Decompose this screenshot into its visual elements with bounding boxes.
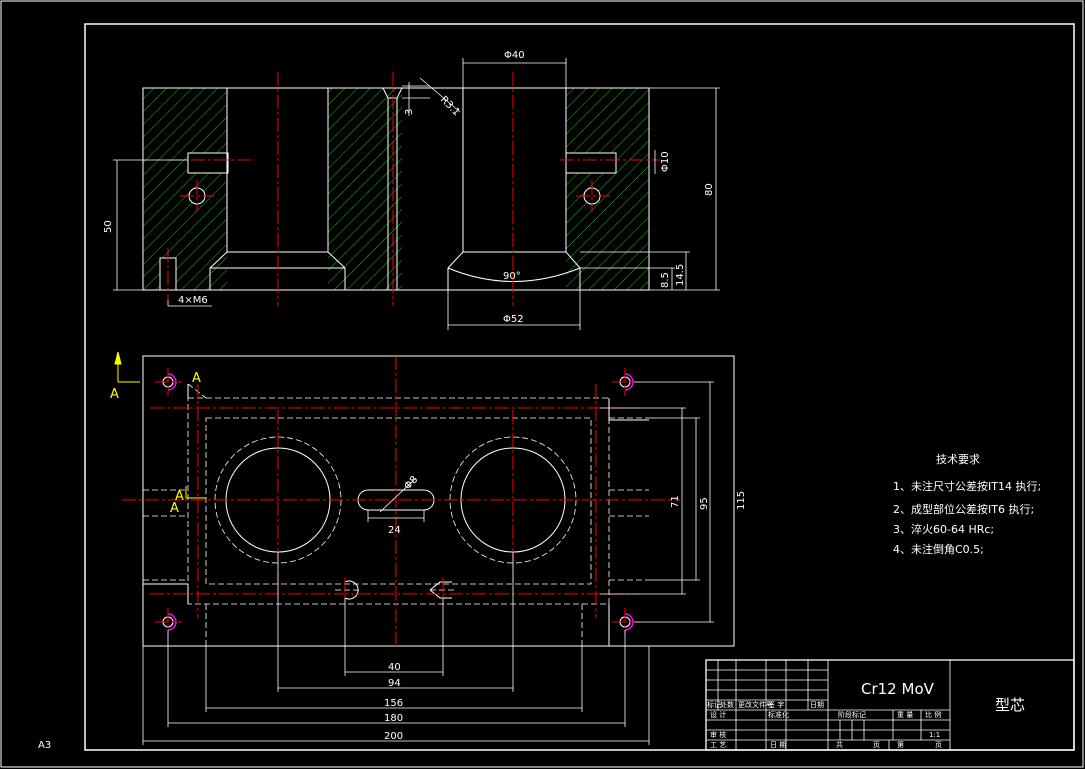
corner-steps	[143, 384, 649, 646]
top-view: Φ8 24 40 94 156 180 200 71 95 115 A A A …	[110, 351, 747, 745]
blind-hole-right	[565, 152, 617, 174]
dim-angle-90: 90°	[503, 271, 521, 282]
dim-115: 115	[736, 491, 747, 510]
label-sheet-unit2: 页	[935, 741, 942, 749]
hatch-middle	[328, 88, 402, 290]
top-dim-lines	[142, 381, 714, 745]
technical-requirements: 技术要求 1、未注尺寸公差按IT14 执行; 2、成型部位公差按IT6 执行; …	[893, 453, 1041, 556]
rev-header-count: 处数	[720, 700, 734, 709]
tech-req-item-1: 1、未注尺寸公差按IT14 执行;	[893, 479, 1041, 493]
section-mark-a4: A	[175, 489, 184, 504]
label-process: 工 艺	[710, 741, 726, 749]
thread-circles	[167, 373, 634, 631]
dim-3: 3	[404, 109, 415, 115]
dim-14-5: 14.5	[675, 264, 686, 286]
tech-req-title: 技术要求	[936, 453, 980, 466]
label-sheet-no: 第	[897, 740, 904, 749]
dim-r3-1: R3.1	[438, 94, 462, 118]
dim-200: 200	[384, 731, 403, 742]
dim-24: 24	[388, 525, 401, 536]
hatch-right	[566, 88, 649, 290]
blind-hole-left	[187, 152, 229, 174]
dim-80: 80	[704, 183, 715, 196]
front-section-view: Φ40 R3.1 3 Φ10 80 50 14.5 8.5 90° Φ52 4×…	[103, 50, 720, 330]
sheet-size-label: A3	[38, 740, 51, 751]
label-date: 日 期	[770, 741, 786, 749]
rev-header-mark: 标记	[707, 700, 721, 709]
top-outline	[142, 355, 735, 647]
tech-req-item-2: 2、成型部位公差按IT6 执行;	[893, 502, 1034, 516]
dim-thread: 4×M6	[178, 295, 208, 306]
dim-40: 40	[388, 662, 401, 673]
label-stage-mark: 阶段标记	[838, 710, 866, 719]
dim-94: 94	[388, 678, 401, 689]
dim-phi10: Φ10	[660, 151, 671, 172]
label-weight: 重 量	[897, 711, 913, 719]
label-sheet-unit: 页	[873, 741, 880, 749]
material-label: Cr12 MoV	[861, 680, 935, 698]
dim-180: 180	[384, 713, 403, 724]
tech-req-item-4: 4、未注倒角C0.5;	[893, 542, 984, 556]
dim-phi52: Φ52	[503, 314, 524, 325]
drawing-canvas: A3 Φ40 R3.1 3 Φ10 80 50 14.5 8.5 90° Φ52…	[0, 0, 1084, 768]
label-standard: 标准化	[768, 710, 789, 719]
rev-header-sign: 签 字	[768, 700, 784, 709]
scale-value: 1:1	[929, 731, 940, 739]
hatch-left	[143, 88, 227, 290]
part-name: 型芯	[995, 696, 1025, 714]
label-sheets-total: 共	[836, 740, 843, 749]
dim-95: 95	[699, 497, 710, 510]
section-mark-a2: A	[192, 371, 201, 386]
right-bore	[447, 88, 581, 290]
dim-156: 156	[384, 698, 403, 709]
hidden-lines	[143, 383, 649, 646]
dim-8-5: 8.5	[660, 272, 671, 288]
label-review: 审 核	[710, 730, 726, 739]
title-block: Cr12 MoV 型芯 标记 处数 更改文件号 签 字 日期 设 计 标准化 审…	[705, 659, 1075, 751]
label-design: 设 计	[710, 710, 726, 719]
section-mark-a1: A	[110, 387, 119, 402]
dim-phi40: Φ40	[504, 50, 525, 61]
dim-50: 50	[103, 220, 114, 233]
tech-req-item-3: 3、淬火60-64 HRc;	[893, 522, 994, 536]
label-scale: 比 例	[925, 710, 941, 719]
rev-header-date: 日期	[810, 701, 824, 709]
dim-phi8: Φ8	[402, 474, 420, 492]
dim-71: 71	[670, 495, 681, 508]
